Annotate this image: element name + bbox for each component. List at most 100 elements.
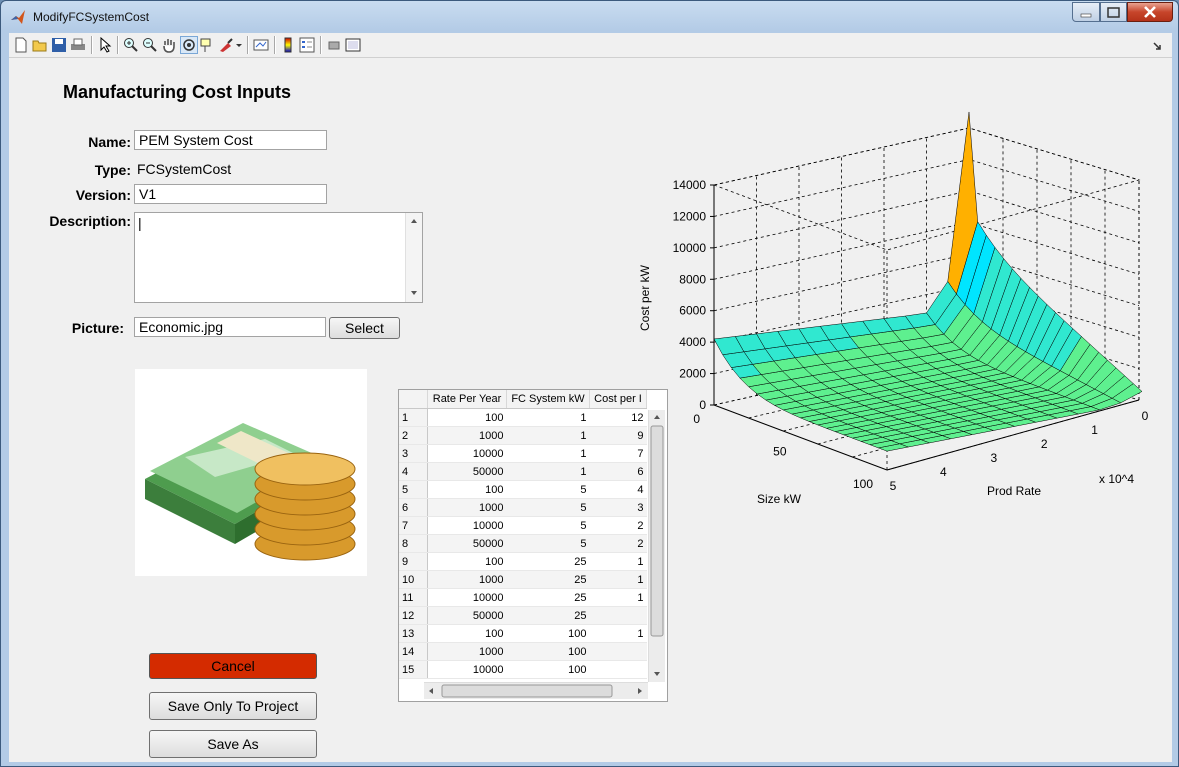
table-cell[interactable]: 100 xyxy=(427,480,507,499)
table-row[interactable]: 4 50000 1 6 xyxy=(399,462,647,481)
table-cell[interactable]: 5 xyxy=(506,498,590,517)
row-number: 12 xyxy=(399,606,428,625)
description-field[interactable]: | xyxy=(134,212,423,303)
table-cell[interactable]: 100 xyxy=(427,624,507,643)
table-row[interactable]: 8 50000 5 2 xyxy=(399,534,647,553)
table-corner xyxy=(399,390,428,409)
open-file-icon[interactable] xyxy=(32,37,48,53)
maximize-button[interactable] xyxy=(1100,2,1127,22)
cost-surface-plot[interactable]: 0 2000 4000 6000 8000 10000 12000 14000 0 50 100 5 4… xyxy=(629,108,1149,508)
table-cell[interactable]: 25 xyxy=(506,552,590,571)
table-cell[interactable]: 10000 xyxy=(427,588,507,607)
table-cell[interactable]: 1 xyxy=(589,588,647,607)
save-as-button[interactable]: Save As xyxy=(149,730,317,758)
row-number: 8 xyxy=(399,534,428,553)
rotate-3d-icon[interactable] xyxy=(180,36,198,54)
table-row[interactable]: 1 100 1 12 xyxy=(399,408,647,427)
cost-data-table[interactable]: Rate Per Year FC System kW Cost per I 11… xyxy=(398,389,668,702)
hide-plot-tools-icon[interactable] xyxy=(326,37,342,53)
table-cell[interactable]: 5 xyxy=(506,534,590,553)
table-cell[interactable]: 2 xyxy=(589,534,647,553)
close-button[interactable] xyxy=(1127,2,1173,22)
table-row[interactable]: 6 1000 5 3 xyxy=(399,498,647,517)
version-field[interactable]: V1 xyxy=(134,184,327,204)
row-number: 14 xyxy=(399,642,428,661)
picture-field[interactable]: Economic.jpg xyxy=(134,317,326,337)
table-cell[interactable]: 100 xyxy=(506,624,590,643)
table-cell[interactable]: 1 xyxy=(506,426,590,445)
table-cell[interactable]: 25 xyxy=(506,606,590,625)
title-bar[interactable]: ModifyFCSystemCost xyxy=(1,1,1178,33)
table-cell[interactable]: 1 xyxy=(506,462,590,481)
select-button[interactable]: Select xyxy=(329,317,400,339)
table-cell[interactable]: 25 xyxy=(506,588,590,607)
table-row[interactable]: 2 1000 1 9 xyxy=(399,426,647,445)
table-row[interactable]: 12 50000 25 xyxy=(399,606,647,625)
table-cell[interactable]: 100 xyxy=(506,660,590,679)
table-cell[interactable]: 1 xyxy=(589,624,647,643)
save-only-to-project-button[interactable]: Save Only To Project xyxy=(149,692,317,720)
table-cell[interactable] xyxy=(589,642,647,661)
row-number: 10 xyxy=(399,570,428,589)
table-row[interactable]: 7 10000 5 2 xyxy=(399,516,647,535)
table-row[interactable]: 11 10000 25 1 xyxy=(399,588,647,607)
z-tick-label: 8000 xyxy=(679,272,706,286)
table-cell[interactable]: 1000 xyxy=(427,642,507,661)
table-horizontal-scrollbar[interactable] xyxy=(424,682,648,699)
picture-label: Picture: xyxy=(71,320,124,336)
dock-arrow-icon[interactable] xyxy=(1149,37,1165,53)
table-cell[interactable]: 1000 xyxy=(427,498,507,517)
table-cell[interactable]: 10000 xyxy=(427,444,507,463)
table-cell[interactable]: 50000 xyxy=(427,462,507,481)
brush-icon[interactable] xyxy=(218,37,234,53)
table-cell[interactable]: 25 xyxy=(506,570,590,589)
table-row[interactable]: 10 1000 25 1 xyxy=(399,570,647,589)
table-row[interactable]: 5 100 5 4 xyxy=(399,480,647,499)
table-row[interactable]: 14 1000 100 xyxy=(399,642,647,661)
table-cell[interactable]: 1 xyxy=(589,570,647,589)
pointer-icon[interactable] xyxy=(97,37,113,53)
pan-hand-icon[interactable] xyxy=(161,37,177,53)
new-figure-icon[interactable] xyxy=(13,37,29,53)
table-cell[interactable]: 5 xyxy=(506,480,590,499)
table-cell[interactable]: 1 xyxy=(589,552,647,571)
table-cell[interactable]: 1000 xyxy=(427,426,507,445)
show-plot-tools-icon[interactable] xyxy=(345,37,361,53)
table-cell[interactable]: 1 xyxy=(506,408,590,427)
table-cell[interactable]: 2 xyxy=(589,516,647,535)
table-cell[interactable]: 100 xyxy=(506,642,590,661)
column-header-rate[interactable]: Rate Per Year xyxy=(427,390,507,409)
table-cell[interactable]: 1 xyxy=(506,444,590,463)
link-plot-icon[interactable] xyxy=(253,37,269,53)
table-row[interactable]: 13 100 100 1 xyxy=(399,624,647,643)
legend-icon[interactable] xyxy=(299,37,315,53)
table-cell[interactable]: 1000 xyxy=(427,570,507,589)
table-cell[interactable]: 10000 xyxy=(427,660,507,679)
data-cursor-icon[interactable] xyxy=(199,37,215,53)
table-cell[interactable]: 100 xyxy=(427,408,507,427)
name-field[interactable]: PEM System Cost xyxy=(134,130,327,150)
description-scrollbar[interactable] xyxy=(405,213,422,302)
chevron-down-icon[interactable] xyxy=(235,37,243,53)
colorbar-icon[interactable] xyxy=(280,37,296,53)
table-row[interactable]: 15 10000 100 xyxy=(399,660,647,679)
cancel-button[interactable]: Cancel xyxy=(149,653,317,679)
table-cell[interactable]: 10000 xyxy=(427,516,507,535)
table-cell[interactable] xyxy=(589,606,647,625)
minimize-button[interactable] xyxy=(1072,2,1100,22)
table-cell[interactable]: 5 xyxy=(506,516,590,535)
row-number: 1 xyxy=(399,408,428,427)
column-header-size[interactable]: FC System kW xyxy=(506,390,590,409)
row-number: 5 xyxy=(399,480,428,499)
table-cell[interactable]: 100 xyxy=(427,552,507,571)
table-row[interactable]: 3 10000 1 7 xyxy=(399,444,647,463)
z-tick-label: 0 xyxy=(699,398,706,412)
zoom-out-icon[interactable] xyxy=(142,37,158,53)
table-cell[interactable]: 50000 xyxy=(427,534,507,553)
save-icon[interactable] xyxy=(51,37,67,53)
print-icon[interactable] xyxy=(70,37,86,53)
table-row[interactable]: 9 100 25 1 xyxy=(399,552,647,571)
table-cell[interactable]: 50000 xyxy=(427,606,507,625)
table-cell[interactable] xyxy=(589,660,647,679)
zoom-in-icon[interactable] xyxy=(123,37,139,53)
